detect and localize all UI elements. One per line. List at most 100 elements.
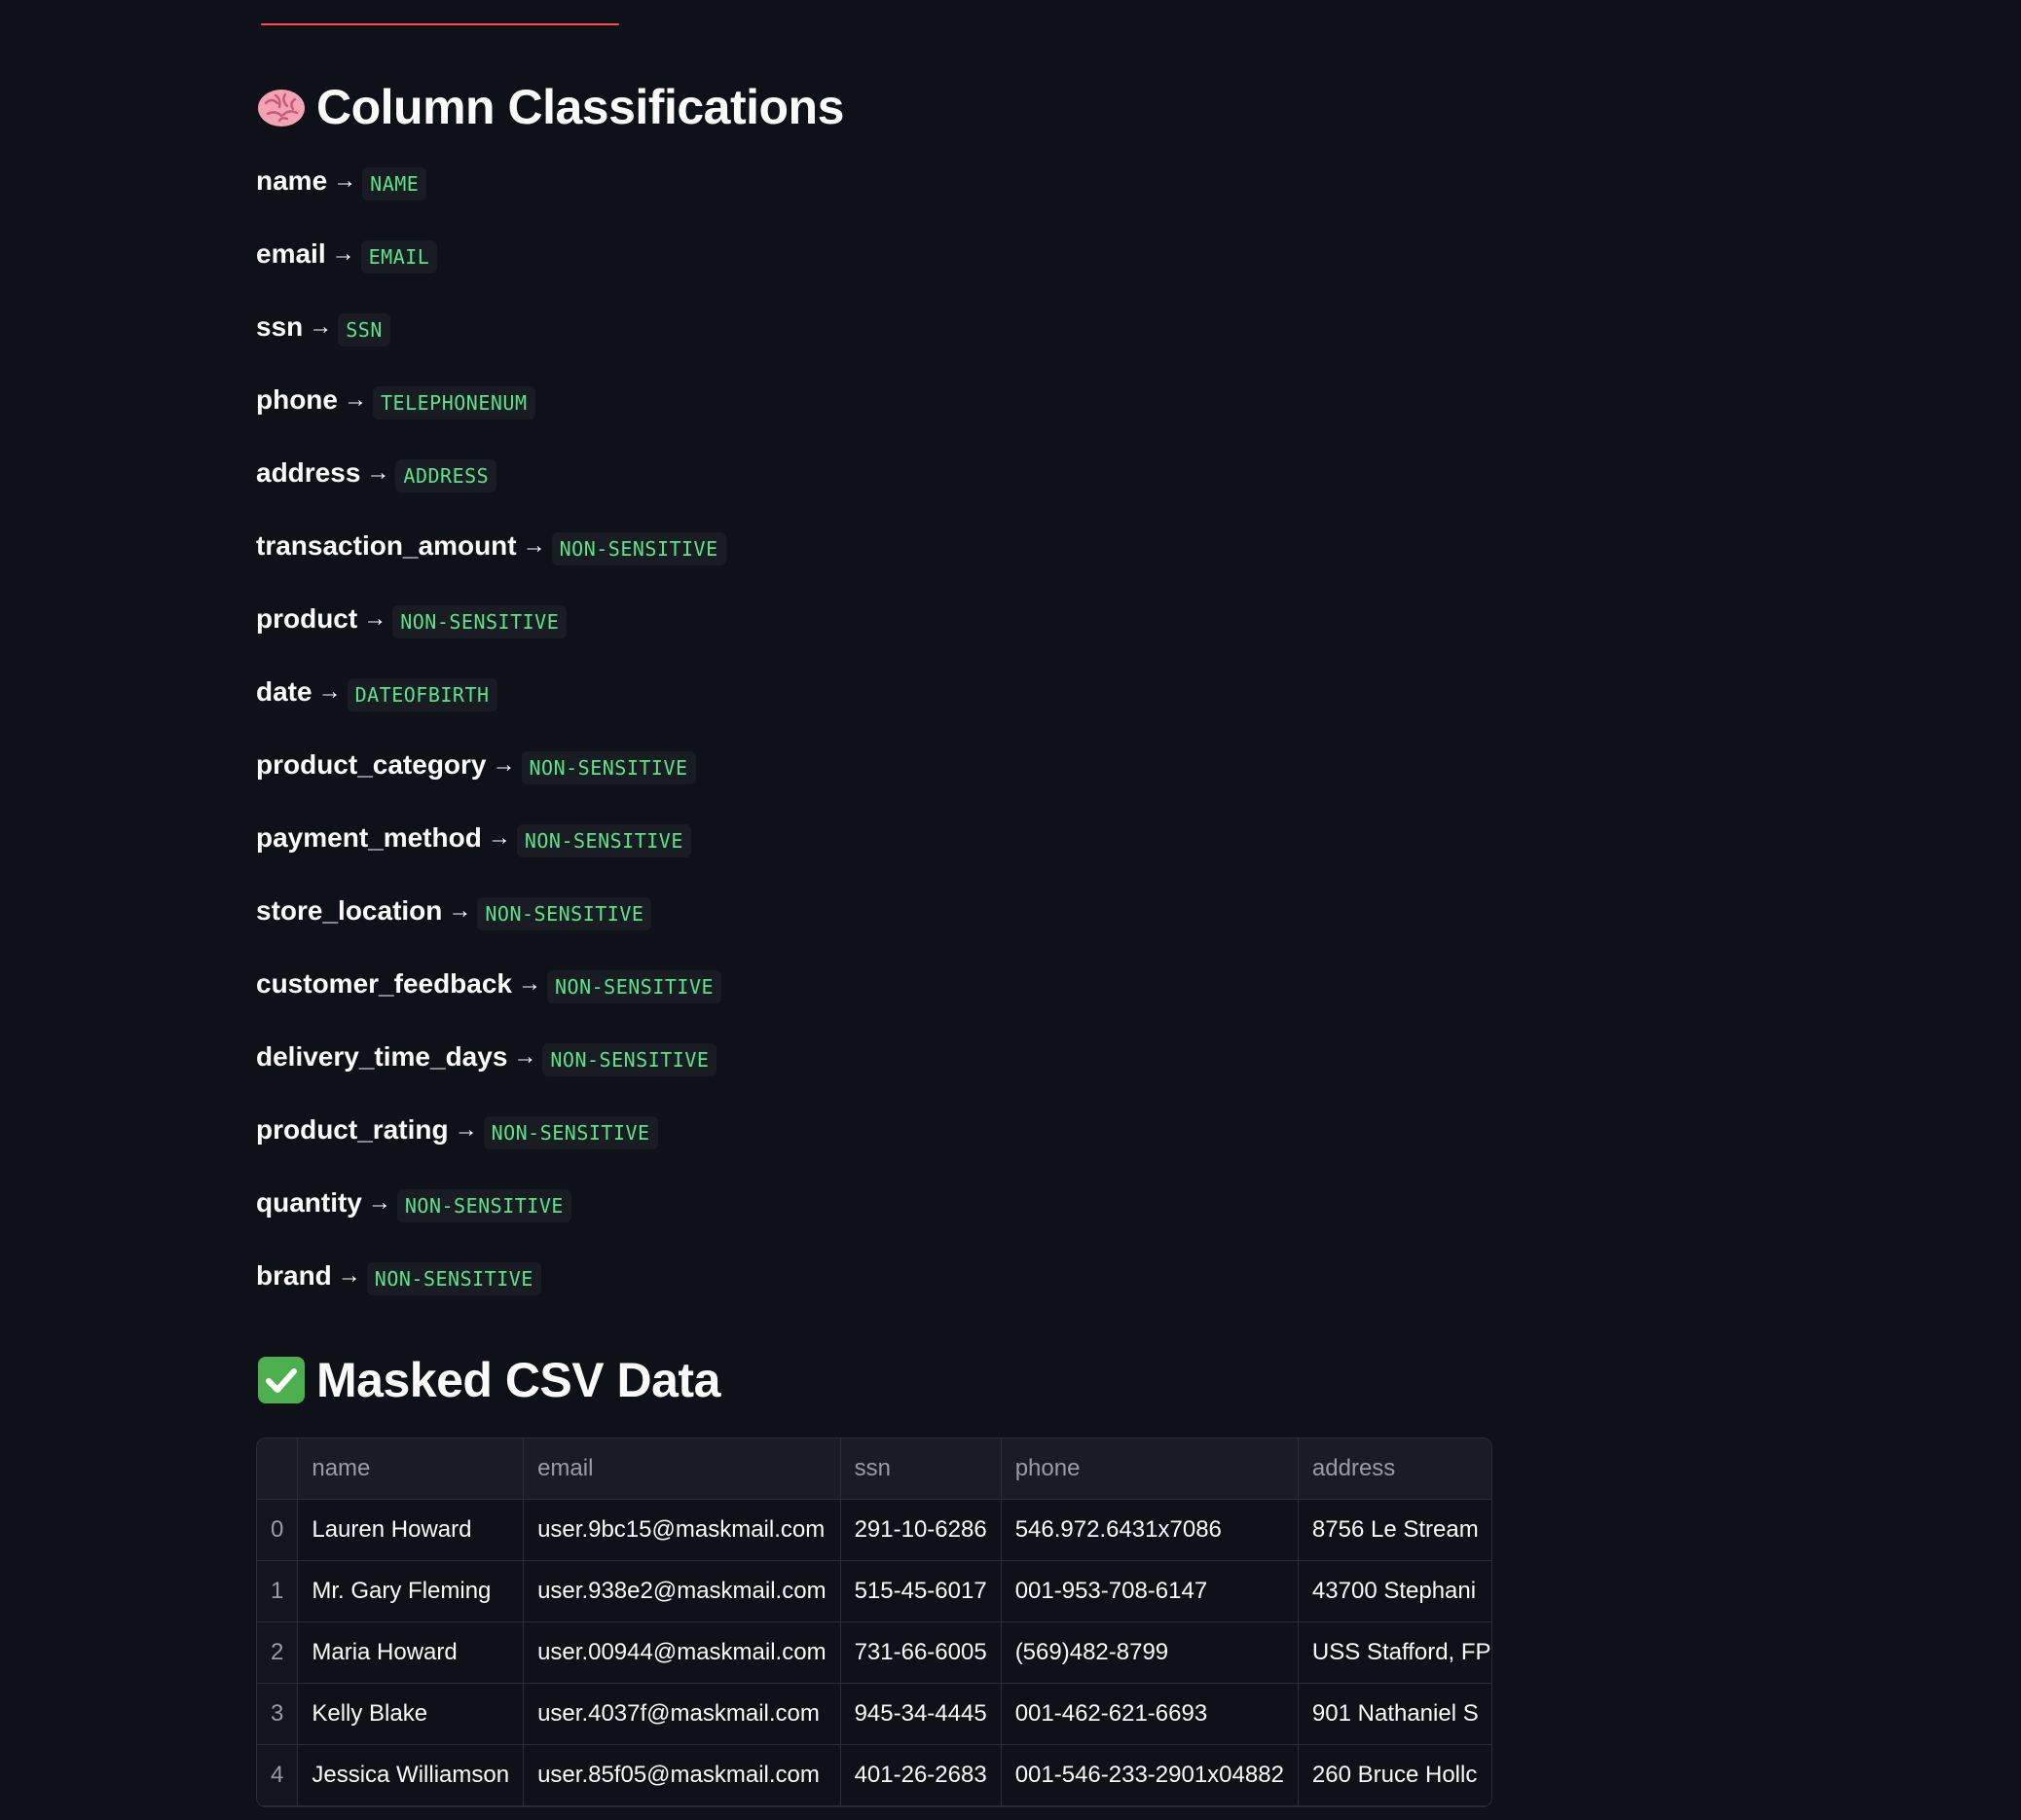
classification-row: date → DATEOFBIRTH — [256, 673, 726, 746]
table-cell[interactable]: 8756 Le Stream — [1298, 1499, 1491, 1561]
row-index-cell[interactable]: 2 — [257, 1621, 299, 1684]
column-header[interactable]: phone — [1001, 1438, 1299, 1500]
column-name: brand — [256, 1260, 332, 1291]
arrow-right-icon: → — [309, 313, 333, 340]
top-accent-divider — [261, 23, 619, 25]
arrow-right-icon: → — [331, 240, 355, 267]
column-name: quantity — [256, 1187, 362, 1218]
classification-row: delivery_time_days → NON-SENSITIVE — [256, 1037, 726, 1110]
classification-row: transaction_amount → NON-SENSITIVE — [256, 527, 726, 600]
row-index-cell[interactable]: 3 — [257, 1683, 299, 1745]
table-cell[interactable]: 291-10-6286 — [840, 1499, 1002, 1561]
classification-label: NON-SENSITIVE — [392, 605, 568, 638]
row-index-cell[interactable]: 1 — [257, 1560, 299, 1622]
column-name: customer_feedback — [256, 968, 513, 999]
column-classifications-title: Column Classifications — [316, 80, 844, 134]
column-name: phone — [256, 384, 338, 415]
classification-label: ADDRESS — [395, 459, 497, 492]
table-cell[interactable]: 260 Bruce Hollc — [1298, 1744, 1491, 1806]
table-row[interactable]: 1 Mr. Gary Fleming user.938e2@maskmail.com… — [257, 1560, 1491, 1622]
classification-label: DATEOFBIRTH — [347, 678, 497, 711]
column-header[interactable]: address — [1298, 1438, 1491, 1500]
column-classifications-heading: Column Classifications — [256, 78, 844, 136]
arrow-right-icon: → — [487, 824, 511, 851]
table-row[interactable]: 3 Kelly Blake user.4037f@maskmail.com 945-3… — [257, 1683, 1491, 1745]
table-cell[interactable]: USS Stafford, FP — [1298, 1621, 1491, 1684]
column-name: address — [256, 457, 361, 488]
classification-label: NON-SENSITIVE — [542, 1043, 717, 1076]
table-cell[interactable]: 945-34-4445 — [840, 1683, 1002, 1745]
table-cell[interactable]: Jessica Williamson — [297, 1744, 525, 1806]
table-header-row: name email ssn phone address — [257, 1438, 1491, 1500]
column-name: product_rating — [256, 1114, 449, 1145]
table-cell[interactable]: user.4037f@maskmail.com — [523, 1683, 841, 1745]
classification-row: name → NAME — [256, 162, 726, 235]
classification-label: NON-SENSITIVE — [521, 751, 696, 784]
classification-row: customer_feedback → NON-SENSITIVE — [256, 965, 726, 1037]
classification-label: NON-SENSITIVE — [483, 1116, 658, 1149]
arrow-right-icon: → — [363, 605, 387, 632]
table-cell[interactable]: 43700 Stephani — [1298, 1560, 1491, 1622]
classification-row: address → ADDRESS — [256, 454, 726, 527]
classification-label: NON-SENSITIVE — [396, 1189, 571, 1222]
masked-csv-title: Masked CSV Data — [316, 1353, 720, 1407]
classification-row: phone → TELEPHONENUM — [256, 381, 726, 454]
arrow-right-icon: → — [344, 386, 367, 413]
classification-label: SSN — [338, 313, 390, 346]
table-cell[interactable]: (569)482-8799 — [1001, 1621, 1299, 1684]
column-header[interactable]: email — [523, 1438, 841, 1500]
column-name: store_location — [256, 895, 443, 926]
column-header[interactable]: name — [297, 1438, 525, 1500]
table-cell[interactable]: 546.972.6431x7086 — [1001, 1499, 1299, 1561]
row-index-cell[interactable]: 0 — [257, 1499, 299, 1561]
table-cell[interactable]: Kelly Blake — [297, 1683, 525, 1745]
classification-label: NON-SENSITIVE — [551, 532, 726, 565]
classification-row: ssn → SSN — [256, 308, 726, 381]
table-cell[interactable]: 401-26-2683 — [840, 1744, 1002, 1806]
classification-label: NON-SENSITIVE — [547, 970, 722, 1003]
classification-label: NAME — [362, 167, 427, 200]
column-name: transaction_amount — [256, 530, 517, 561]
arrow-right-icon: → — [448, 897, 472, 924]
table-cell[interactable]: user.938e2@maskmail.com — [523, 1560, 841, 1622]
classification-row: product_rating → NON-SENSITIVE — [256, 1110, 726, 1183]
arrow-right-icon: → — [492, 751, 516, 778]
table-row[interactable]: 0 Lauren Howard user.9bc15@maskmail.com 291… — [257, 1499, 1491, 1561]
arrow-right-icon: → — [513, 1043, 537, 1070]
table-cell[interactable]: 515-45-6017 — [840, 1560, 1002, 1622]
table-cell[interactable]: user.00944@maskmail.com — [523, 1621, 841, 1684]
table-cell[interactable]: 001-546-233-2901x04882 — [1001, 1744, 1299, 1806]
classification-label: NON-SENSITIVE — [477, 897, 652, 930]
column-header[interactable]: ssn — [840, 1438, 1002, 1500]
table-cell[interactable]: user.9bc15@maskmail.com — [523, 1499, 841, 1561]
arrow-right-icon: → — [317, 678, 342, 705]
classification-label: EMAIL — [360, 240, 438, 273]
table-cell[interactable]: 731-66-6005 — [840, 1621, 1002, 1684]
column-name: product_category — [256, 749, 487, 780]
table-cell[interactable]: Mr. Gary Fleming — [297, 1560, 525, 1622]
arrow-right-icon: → — [518, 970, 542, 997]
table-cell[interactable]: user.85f05@maskmail.com — [523, 1744, 841, 1806]
column-name: payment_method — [256, 822, 482, 853]
table-cell[interactable]: 001-953-708-6147 — [1001, 1560, 1299, 1622]
arrow-right-icon: → — [522, 532, 546, 559]
arrow-right-icon: → — [333, 167, 357, 194]
brain-icon — [258, 90, 305, 127]
check-mark-icon — [258, 1357, 305, 1403]
table-row[interactable]: 4 Jessica Williamson user.85f05@maskmail.c… — [257, 1744, 1491, 1806]
table-row[interactable]: 2 Maria Howard user.00944@maskmail.com 731-… — [257, 1621, 1491, 1684]
column-name: date — [256, 676, 312, 707]
table-cell[interactable]: 901 Nathaniel S — [1298, 1683, 1491, 1745]
masked-data-table[interactable]: name email ssn phone address 0 Lauren Howard u… — [256, 1438, 1492, 1807]
column-name: product — [256, 603, 358, 634]
table-cell[interactable]: 001-462-621-6693 — [1001, 1683, 1299, 1745]
arrow-right-icon: → — [454, 1116, 478, 1143]
classification-row: email → EMAIL — [256, 235, 726, 308]
row-index-cell[interactable]: 4 — [257, 1744, 299, 1806]
index-column-header[interactable] — [257, 1438, 299, 1500]
table-cell[interactable]: Maria Howard — [297, 1621, 525, 1684]
classification-list: name → NAME email → EMAIL ssn → SSN phone → TELEPHO… — [256, 162, 726, 1329]
arrow-right-icon: → — [366, 459, 390, 486]
classification-row: store_location → NON-SENSITIVE — [256, 892, 726, 965]
table-cell[interactable]: Lauren Howard — [297, 1499, 525, 1561]
